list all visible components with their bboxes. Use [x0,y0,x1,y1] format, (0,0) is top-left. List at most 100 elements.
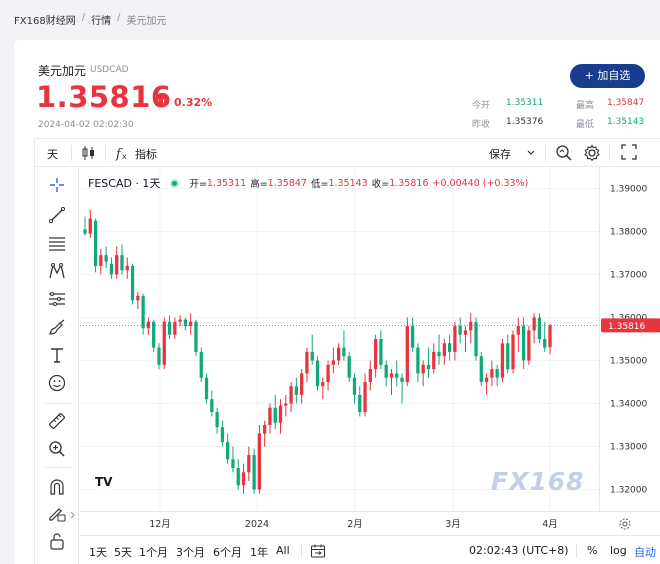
breadcrumb-separator: / [81,12,86,23]
candle [109,257,114,279]
prediction-icon[interactable] [47,289,67,309]
candle-body [199,351,203,378]
save-button[interactable]: 保存 [489,146,511,162]
indicators-icon[interactable]: f x [115,145,131,161]
candle [543,321,547,352]
candle-body [453,326,457,352]
interval-selector[interactable]: 天 [47,146,58,162]
auto-scale-toggle[interactable]: 自动 [634,544,656,560]
candle-body [305,351,309,374]
candle-body [326,364,330,382]
time-axis[interactable]: 12月 2024 2月 3月 4月 [80,511,660,535]
time-tick-label: 3月 [445,519,461,530]
emoji-icon[interactable] [47,373,67,393]
candle [310,334,314,365]
candle-body [336,347,341,361]
gear-icon[interactable] [583,144,601,162]
log-scale-toggle[interactable]: log [610,544,627,557]
candle [347,351,351,382]
quote-timestamp: 2024-04-02 02:02:30 [38,120,134,130]
price-tick-label: 1.38000 [610,228,647,238]
range-3m-button[interactable]: 3个月 [176,544,205,560]
range-1d-button[interactable]: 1天 [89,544,107,560]
candle-body [109,263,114,275]
stat-high: 最高 1.35847 [576,98,644,111]
lock-icon[interactable] [47,531,67,551]
instrument-code: USDCAD [90,65,129,75]
candle [178,315,182,327]
crosshair-icon[interactable] [47,175,67,195]
range-6m-button[interactable]: 6个月 [213,544,242,560]
trend-line-icon[interactable] [47,205,67,225]
range-1y-button[interactable]: 1年 [250,544,268,560]
legend-close: 1.35816 [389,177,429,189]
current-time[interactable]: 02:02:43 (UTC+8) [469,544,569,557]
quick-search-icon[interactable] [555,144,573,162]
price-tick-label: 1.33000 [610,443,647,453]
instrument-name: 美元加元 [38,64,87,78]
chevron-down-icon[interactable] [527,149,535,157]
text-tool-icon[interactable] [47,345,67,365]
chart-widget: 天 f x 指标 保存 FESCAD · 1天 开= 1.35311 高= 1.… [34,138,660,564]
candle [146,317,151,335]
candle-body [130,265,135,301]
candle [236,459,240,490]
candle [226,433,230,464]
candle [426,347,431,378]
svg-text:TV: TV [95,475,113,489]
candle-body [426,364,431,370]
stat-value: 1.35376 [506,117,544,127]
candle-style-icon[interactable] [81,145,97,161]
candle [432,343,436,374]
breadcrumb-home[interactable]: FX168财经网 [14,12,76,27]
legend-open: 1.35311 [206,177,247,189]
candle [152,319,156,352]
magnet-icon[interactable] [47,477,67,497]
breadcrumb-market[interactable]: 行情 [91,12,111,27]
range-all-button[interactable]: All [276,544,290,557]
add-watchlist-button[interactable]: + 加自选 [570,64,645,88]
candle [358,386,362,417]
candle [305,347,309,382]
fullscreen-icon[interactable] [621,144,637,160]
legend-symbol: FESCAD · 1天 [88,177,161,190]
percent-scale-toggle[interactable]: % [587,544,597,557]
date-range-icon[interactable] [310,543,326,559]
price-axis[interactable]: 1.390001.380001.370001.360001.350001.340… [599,167,660,511]
candle [210,390,214,417]
pattern-icon[interactable] [47,261,67,281]
chart-legend: FESCAD · 1天 开= 1.35311 高= 1.35847 低= 1.3514… [88,175,528,191]
candle-body [506,343,510,370]
lock-pencil-icon[interactable] [47,503,67,523]
stat-low: 最低 1.35143 [576,117,644,130]
indicators-button[interactable]: 指标 [135,146,157,162]
candle-body [437,351,441,357]
legend-low: 1.35143 [328,177,368,189]
price-chart[interactable]: FESCAD · 1天 开= 1.35311 高= 1.35847 低= 1.3514… [80,167,599,511]
candle-body [247,455,251,473]
range-1m-button[interactable]: 1个月 [139,544,168,560]
chevron-right-icon[interactable] [69,511,77,519]
toolbar-divider [71,145,72,161]
candle-body [400,377,404,382]
tradingview-logo-icon[interactable]: TV [92,471,116,491]
candle-body [321,382,325,387]
candle-body [120,255,124,271]
candle [321,377,325,400]
candle [141,293,145,335]
candle-body [257,433,262,490]
brush-icon[interactable] [47,317,67,337]
candle [342,330,346,361]
candle [231,446,235,473]
candle-body [294,386,299,395]
candle-body [210,399,214,413]
zoom-in-icon[interactable] [47,439,67,459]
stat-label: 最高 [576,101,595,111]
axis-settings-icon[interactable] [618,517,632,531]
change-percent: 0.32% [174,96,213,109]
candle [421,360,425,387]
ruler-icon[interactable] [47,411,67,431]
fib-retracement-icon[interactable] [47,233,67,253]
candlestick-chart[interactable] [80,167,599,511]
range-5d-button[interactable]: 5天 [114,544,132,560]
